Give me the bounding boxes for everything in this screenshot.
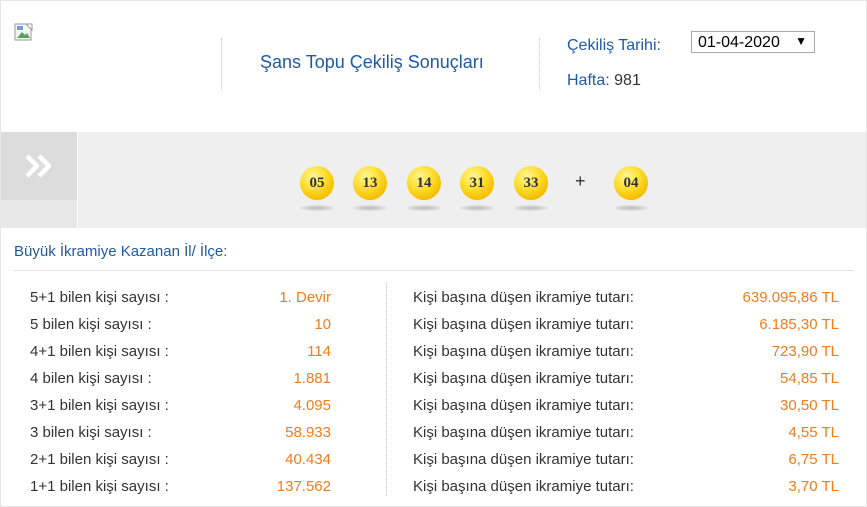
winners-count: 1. Devir (279, 289, 331, 306)
winners-label: 3+1 bilen kişi sayısı : (30, 397, 169, 414)
jackpot-location-title: Büyük İkramiye Kazanan İl/ İlçe: (14, 243, 228, 260)
broken-image-icon (14, 23, 34, 43)
result-row: 5+1 bilen kişi sayısı : 1. Devir Kişi ba… (0, 289, 867, 316)
winners-label: 1+1 bilen kişi sayısı : (30, 478, 169, 495)
result-row: 2+1 bilen kişi sayısı : 40.434 Kişi başı… (0, 451, 867, 478)
double-chevron-right-icon (25, 154, 52, 178)
prize-label: Kişi başına düşen ikramiye tutarı: (413, 316, 634, 333)
header-divider-right (539, 38, 540, 90)
result-row: 3+1 bilen kişi sayısı : 4.095 Kişi başın… (0, 397, 867, 424)
section-divider (14, 270, 854, 271)
winners-count: 40.434 (285, 451, 331, 468)
winners-count: 10 (314, 316, 331, 333)
prize-label: Kişi başına düşen ikramiye tutarı: (413, 478, 634, 495)
winners-count: 4.095 (293, 397, 331, 414)
winners-count: 137.562 (276, 478, 331, 495)
prize-amount: 639.095,86 TL (742, 289, 839, 306)
ball-3: 14 (407, 166, 441, 200)
winners-count: 1.881 (293, 370, 331, 387)
prize-label: Kişi başına düşen ikramiye tutarı: (413, 370, 634, 387)
ball-2: 13 (353, 166, 387, 200)
prize-label: Kişi başına düşen ikramiye tutarı: (413, 397, 634, 414)
ball-shadow (614, 205, 648, 211)
prize-amount: 3,70 TL (788, 478, 839, 495)
result-row: 3 bilen kişi sayısı : 58.933 Kişi başına… (0, 424, 867, 451)
winners-label: 3 bilen kişi sayısı : (30, 424, 152, 441)
week-info: Hafta: 981 (567, 72, 641, 90)
band-separator (77, 132, 78, 228)
ball-shadow (407, 205, 441, 211)
prize-amount: 6,75 TL (788, 451, 839, 468)
result-row: 1+1 bilen kişi sayısı : 137.562 Kişi baş… (0, 478, 867, 505)
result-row: 4+1 bilen kişi sayısı : 114 Kişi başına … (0, 343, 867, 370)
ball-5: 33 (514, 166, 548, 200)
prize-label: Kişi başına düşen ikramiye tutarı: (413, 343, 634, 360)
prize-amount: 723,90 TL (771, 343, 839, 360)
result-row: 4 bilen kişi sayısı : 1.881 Kişi başına … (0, 370, 867, 397)
nav-arrow-button[interactable] (1, 132, 77, 200)
ball-shadow (300, 205, 334, 211)
winners-label: 5+1 bilen kişi sayısı : (30, 289, 169, 306)
ball-shadow (353, 205, 387, 211)
prize-label: Kişi başına düşen ikramiye tutarı: (413, 451, 634, 468)
ball-shadow (460, 205, 494, 211)
winners-count: 114 (307, 343, 331, 360)
week-value: 981 (614, 72, 641, 89)
prize-amount: 30,50 TL (780, 397, 839, 414)
draw-date-value: 01-04-2020 (698, 34, 780, 51)
plus-sign: + (575, 171, 586, 191)
prize-label: Kişi başına düşen ikramiye tutarı: (413, 289, 634, 306)
plus-ball: 04 (614, 166, 648, 200)
nav-arrow-base (1, 200, 77, 228)
prize-amount: 54,85 TL (780, 370, 839, 387)
winners-label: 2+1 bilen kişi sayısı : (30, 451, 169, 468)
ball-shadow (514, 205, 548, 211)
page-title: Şans Topu Çekiliş Sonuçları (260, 52, 484, 72)
prize-amount: 4,55 TL (788, 424, 839, 441)
prize-amount: 6.185,30 TL (759, 316, 839, 333)
week-label: Hafta: (567, 72, 610, 89)
winners-label: 4 bilen kişi sayısı : (30, 370, 152, 387)
draw-date-label: Çekiliş Tarihi: (567, 37, 661, 54)
header-divider (221, 38, 222, 90)
winners-label: 4+1 bilen kişi sayısı : (30, 343, 169, 360)
ball-1: 05 (300, 166, 334, 200)
winners-label: 5 bilen kişi sayısı : (30, 316, 152, 333)
winners-count: 58.933 (285, 424, 331, 441)
ball-4: 31 (460, 166, 494, 200)
result-row: 5 bilen kişi sayısı : 10 Kişi başına düş… (0, 316, 867, 343)
caret-down-icon: ▼ (795, 34, 807, 48)
draw-date-select[interactable]: 01-04-2020 ▼ (691, 31, 815, 53)
prize-label: Kişi başına düşen ikramiye tutarı: (413, 424, 634, 441)
